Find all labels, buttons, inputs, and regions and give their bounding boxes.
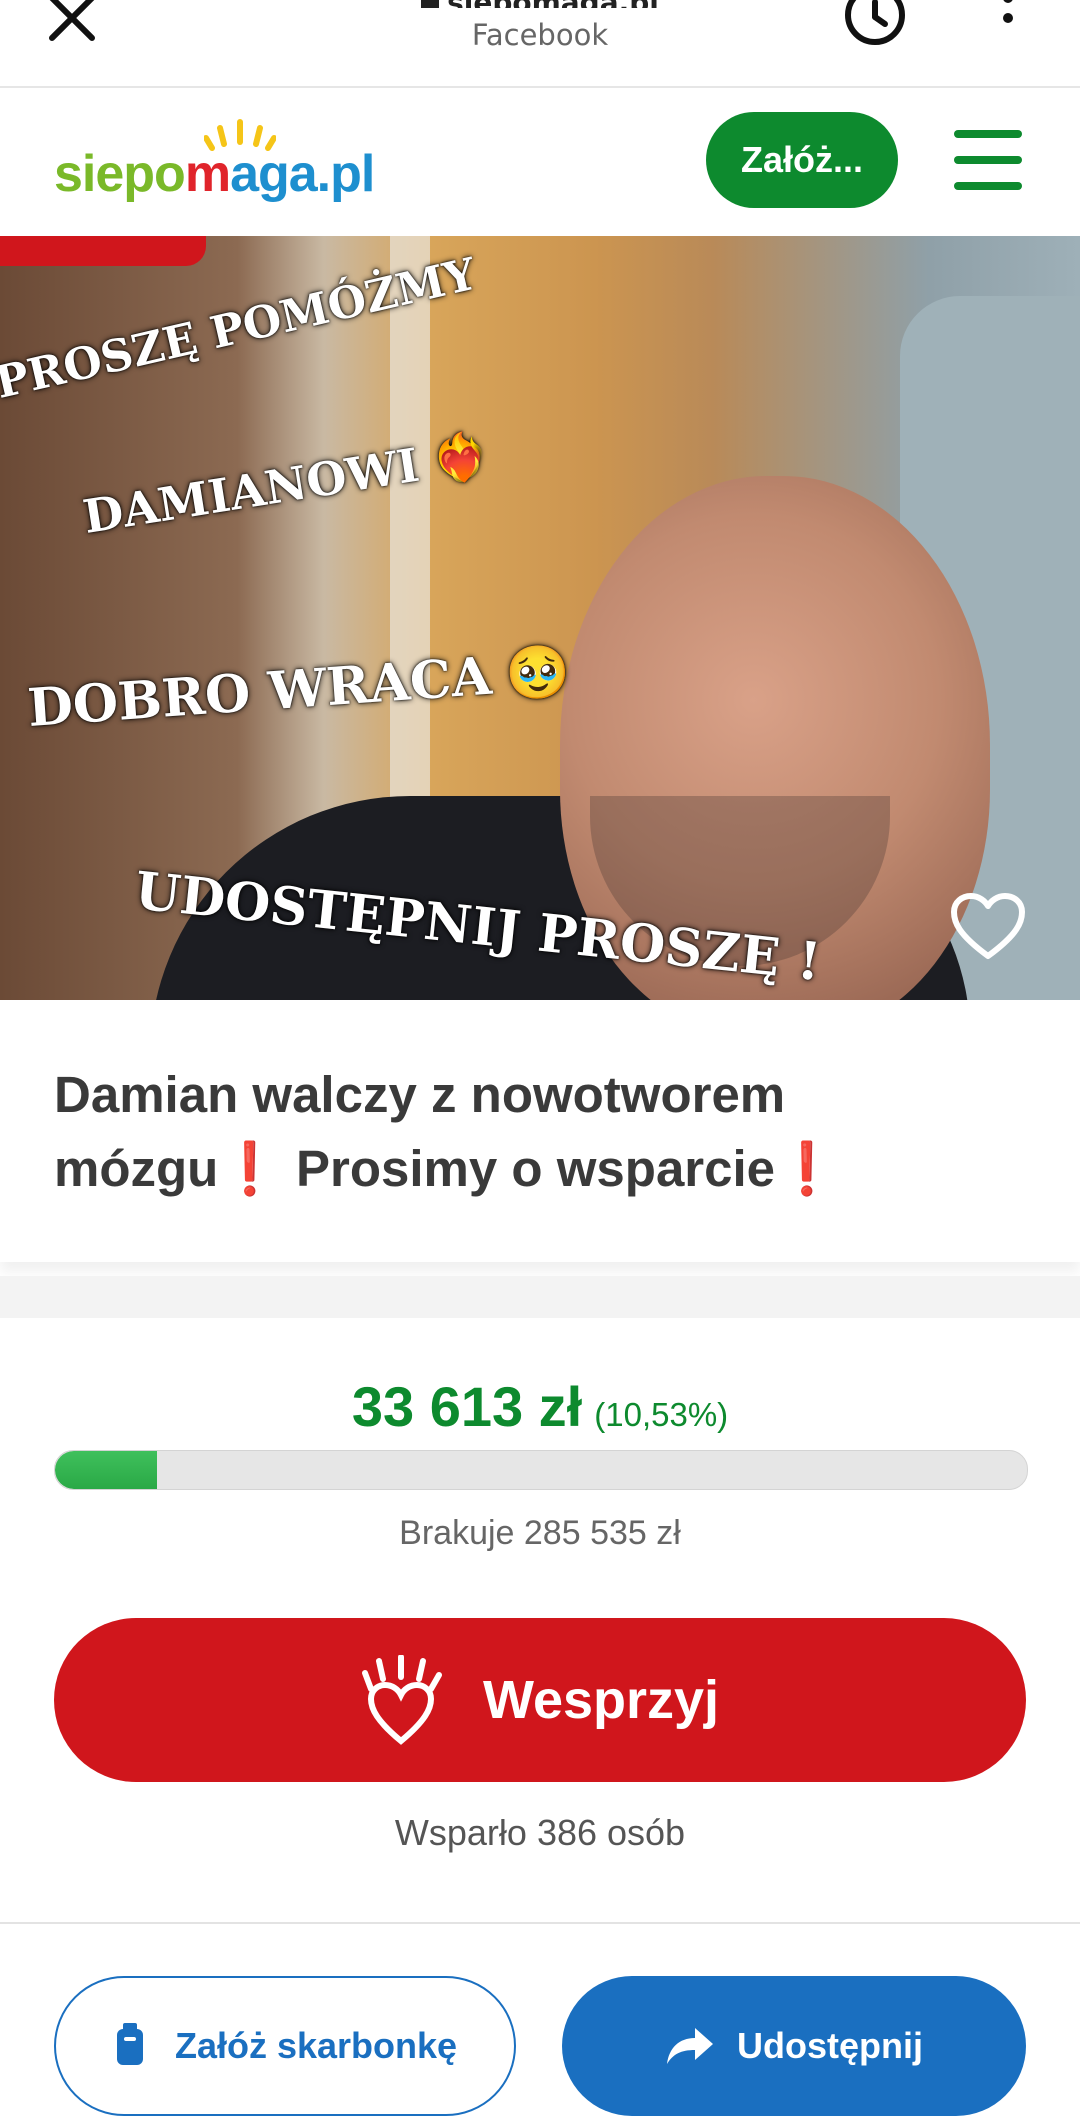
title-card: Damian walczy z nowotworem mózgu❗ Prosim… [0, 1000, 1080, 1262]
source-label: Facebook [471, 18, 609, 52]
more-options-icon[interactable] [998, 0, 1018, 40]
browser-toolbar: siepomaga.pl Facebook [0, 0, 1080, 88]
piggybank-jar-icon [116, 2023, 143, 2065]
badge-ribbon [0, 236, 206, 266]
create-fundraiser-button[interactable]: Załóż... [706, 112, 898, 208]
progress-bar [54, 1450, 1028, 1490]
progress-fill [55, 1451, 158, 1489]
raised-amount: 33 613 zł (10,53%) [351, 1375, 729, 1438]
url-text[interactable]: siepomaga.pl [0, 0, 1080, 8]
create-piggybank-button[interactable]: Załóż skarbonkę [54, 1976, 516, 2116]
site-header: siepomaga.pl Załóż... [0, 88, 1080, 236]
share-arrow-icon [667, 2028, 713, 2064]
hand-heart-icon [361, 1655, 442, 1745]
divider [0, 1922, 1080, 1924]
section-separator [0, 1276, 1080, 1318]
fundraiser-title: Damian walczy z nowotworem mózgu❗ Prosim… [54, 1066, 839, 1197]
lock-icon [421, 0, 440, 8]
funding-section: 33 613 zł (10,53%) Brakuje 285 535 zł Wes… [0, 1318, 1080, 1918]
heart-on-fire-emoji: ❤️‍🔥 [428, 426, 494, 489]
supporters-count: Wsparło 386 osób [394, 1812, 686, 1853]
heart-favorite-icon[interactable] [950, 892, 1026, 962]
missing-amount: Brakuje 285 535 zł [399, 1514, 681, 1552]
support-button[interactable]: Wesprzyj [54, 1618, 1026, 1782]
hamburger-menu-icon[interactable] [954, 130, 1022, 190]
history-icon[interactable] [840, 0, 910, 50]
share-button[interactable]: Udostępnij [562, 1976, 1026, 2116]
siepomaga-logo[interactable]: siepomaga.pl [54, 118, 394, 208]
tears-emoji: 🥹 [503, 641, 573, 706]
